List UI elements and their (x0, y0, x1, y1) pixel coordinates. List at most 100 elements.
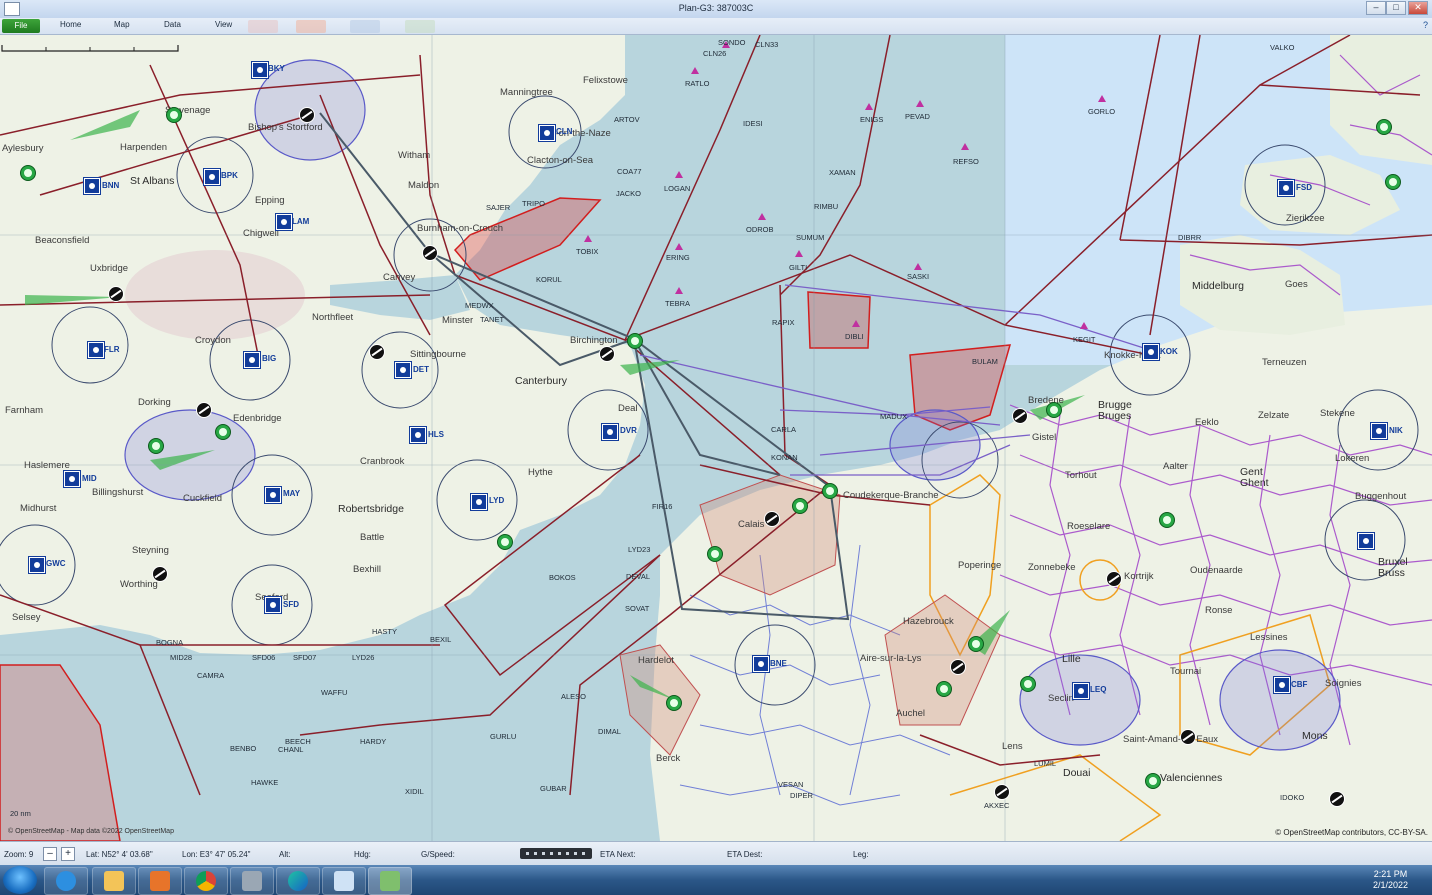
vor-icon[interactable] (602, 424, 618, 440)
aerodrome-icon[interactable] (968, 636, 984, 652)
aerodrome-icon[interactable] (1046, 402, 1062, 418)
fix-marker (914, 263, 922, 270)
aerodrome-icon[interactable] (215, 424, 231, 440)
vor-icon[interactable] (1143, 344, 1159, 360)
zoom-in-button[interactable]: + (61, 847, 75, 861)
aerodrome-icon[interactable] (1376, 119, 1392, 135)
airfield-icon[interactable] (950, 659, 966, 675)
fix-label: DIBRR (1178, 233, 1202, 242)
aerodrome-icon[interactable] (792, 498, 808, 514)
vor-icon[interactable] (1358, 533, 1374, 549)
tab-view[interactable]: View (215, 20, 232, 29)
fix-label: GORLO (1088, 107, 1116, 116)
vor-icon[interactable] (29, 557, 45, 573)
start-button[interactable] (3, 866, 37, 894)
airfield-icon[interactable] (994, 784, 1010, 800)
close-button[interactable]: ✕ (1408, 1, 1428, 15)
fix-label: IDOKO (1280, 793, 1305, 802)
aerodrome-icon[interactable] (666, 695, 682, 711)
vor-icon[interactable] (395, 362, 411, 378)
place-selsey: Selsey (12, 612, 41, 623)
taskbar-media[interactable] (138, 867, 182, 895)
taskbar-window[interactable] (322, 867, 366, 895)
airfield-icon[interactable] (1329, 791, 1345, 807)
place-chigwell: Chigwell (243, 228, 279, 239)
aerodrome-icon[interactable] (936, 681, 952, 697)
vor-icon[interactable] (1278, 180, 1294, 196)
aerodrome-icon[interactable] (1020, 676, 1036, 692)
minimize-button[interactable]: – (1366, 1, 1386, 15)
airfield-icon[interactable] (196, 402, 212, 418)
maximize-button[interactable]: □ (1386, 1, 1406, 15)
taskbar-ie[interactable] (44, 867, 88, 895)
help-icon[interactable]: ? (1423, 20, 1428, 30)
aerodrome-icon[interactable] (20, 165, 36, 181)
map-canvas[interactable]: Felixstowe Manningtree W—on-the-Naze Cla… (0, 35, 1432, 841)
zoom-out-button[interactable]: – (43, 847, 57, 861)
file-menu-button[interactable]: File (2, 19, 40, 33)
taskbar-chrome[interactable] (184, 867, 228, 895)
airfield-icon[interactable] (1180, 729, 1196, 745)
aerodrome-icon[interactable] (1385, 174, 1401, 190)
place-lokeren: Lokeren (1335, 453, 1370, 464)
aerodrome-icon[interactable] (627, 333, 643, 349)
fix-label: FIR16 (652, 502, 673, 511)
vor-icon[interactable] (410, 427, 426, 443)
place-maldon: Maldon (408, 180, 440, 191)
vor-icon[interactable] (1274, 677, 1290, 693)
window-title: Plan-G3: 387003C (678, 3, 754, 13)
pdf-icon[interactable] (248, 20, 278, 33)
aerodrome-icon[interactable] (1159, 512, 1175, 528)
fix-label: RATLO (685, 79, 710, 88)
vor-icon[interactable] (88, 342, 104, 358)
place-cuckfield: Cuckfield (183, 493, 223, 504)
vor-icon[interactable] (204, 169, 220, 185)
airfield-icon[interactable] (764, 511, 780, 527)
vor-icon[interactable] (265, 487, 281, 503)
fix-label: VALKO (1270, 43, 1295, 52)
tab-map[interactable]: Map (114, 20, 130, 29)
aerodrome-icon[interactable] (707, 546, 723, 562)
clock[interactable]: 2:21 PM 2/1/2022 (1373, 869, 1408, 891)
plane-icon[interactable] (296, 20, 326, 33)
aerodrome-icon[interactable] (497, 534, 513, 550)
fix-label: GILTI (789, 263, 808, 272)
place-worthing: Worthing (120, 579, 158, 590)
airfield-icon[interactable] (369, 344, 385, 360)
taskbar-edge[interactable] (276, 867, 320, 895)
taskbar-explorer[interactable] (92, 867, 136, 895)
vor-icon[interactable] (244, 352, 260, 368)
aerodrome-icon[interactable] (822, 483, 838, 499)
fix-label: ARTOV (614, 115, 640, 124)
vor-icon[interactable] (1073, 683, 1089, 699)
place-brussels: Bruxel Bruss (1378, 556, 1408, 579)
vor-icon[interactable] (471, 494, 487, 510)
vor-icon[interactable] (539, 125, 555, 141)
tab-data[interactable]: Data (164, 20, 181, 29)
vor-icon[interactable] (64, 471, 80, 487)
vor-icon[interactable] (753, 656, 769, 672)
vor-icon[interactable] (84, 178, 100, 194)
airfield-icon[interactable] (1012, 408, 1028, 424)
airfield-icon[interactable] (299, 107, 315, 123)
taskbar-plan-g[interactable] (368, 867, 412, 895)
taskbar-app[interactable] (230, 867, 274, 895)
map-icon[interactable] (350, 20, 380, 33)
tab-home[interactable]: Home (60, 20, 81, 29)
airfield-icon[interactable] (422, 245, 438, 261)
airfield-icon[interactable] (108, 286, 124, 302)
airfield-icon[interactable] (1106, 571, 1122, 587)
vor-icon[interactable] (252, 62, 268, 78)
aerodrome-icon[interactable] (166, 107, 182, 123)
airfield-icon[interactable] (152, 566, 168, 582)
vor-icon[interactable] (276, 214, 292, 230)
navaid-label: KOK (1160, 347, 1178, 356)
aerodrome-icon[interactable] (1145, 773, 1161, 789)
export-icon[interactable] (405, 20, 435, 33)
place-cranbrook: Cranbrook (360, 456, 405, 467)
vor-icon[interactable] (265, 597, 281, 613)
airfield-icon[interactable] (599, 346, 615, 362)
vor-icon[interactable] (1371, 423, 1387, 439)
aerodrome-icon[interactable] (148, 438, 164, 454)
navaid-label: MID (82, 474, 97, 483)
